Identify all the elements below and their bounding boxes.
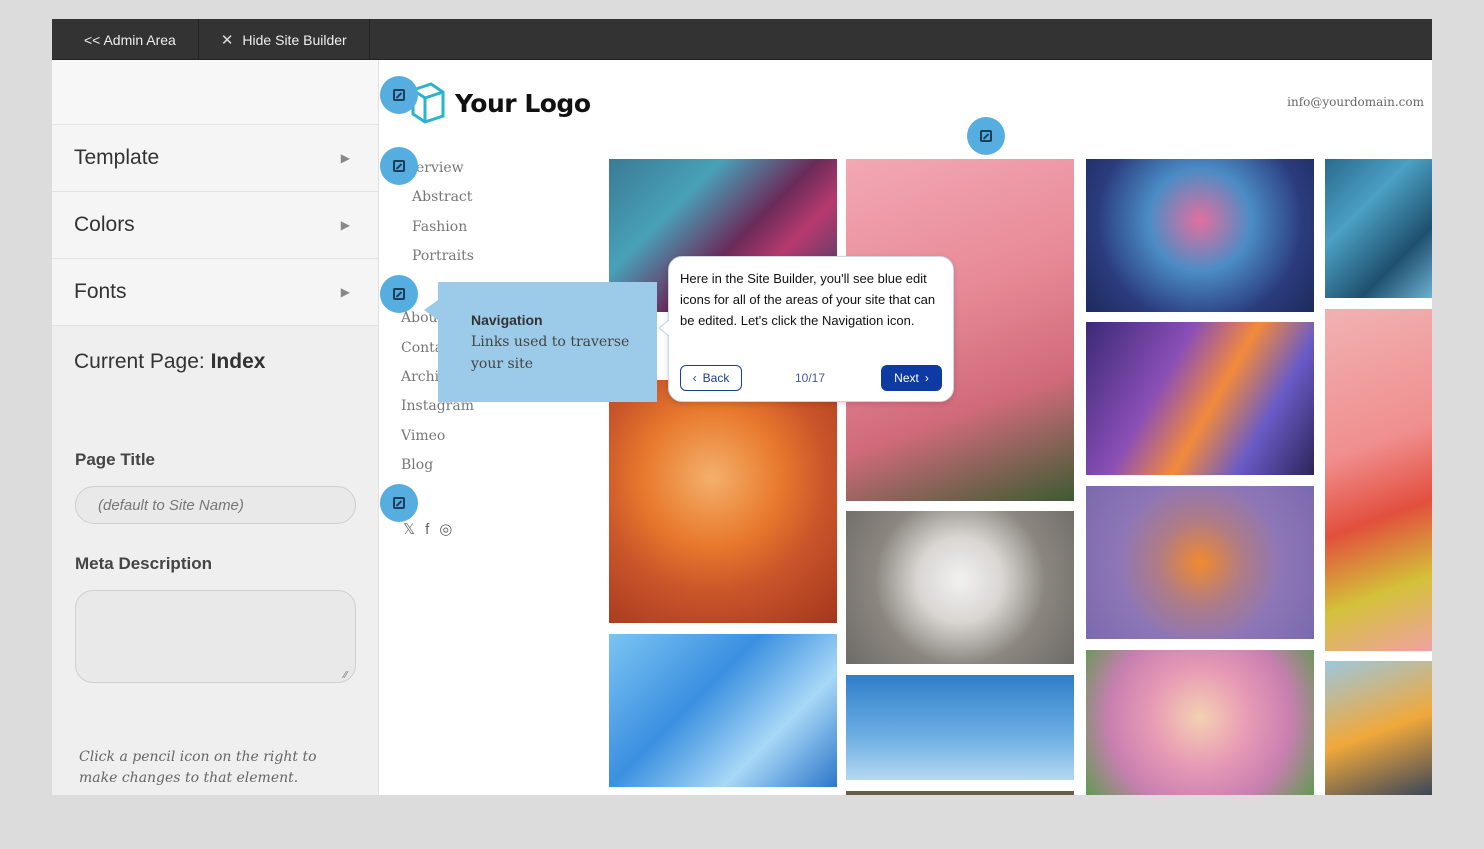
admin-area-button[interactable]: << Admin Area (52, 19, 199, 60)
tour-back-button[interactable]: ‹ Back (680, 365, 742, 391)
triangle-right-icon: ▶ (340, 285, 350, 299)
meta-description-field[interactable] (75, 590, 356, 683)
tour-popup: Here in the Site Builder, you'll see blu… (658, 256, 954, 402)
navigation-tooltip: Navigation Links used to traverse your s… (424, 282, 657, 402)
current-page-label: Current Page: (74, 350, 205, 373)
chevron-right-icon: › (924, 371, 929, 385)
gallery-image[interactable] (1325, 661, 1432, 795)
gallery-image[interactable] (1325, 159, 1432, 298)
current-page-heading: Current Page: Index (52, 326, 378, 374)
pencil-icon (393, 89, 405, 101)
sidebar-item-label: Template (74, 146, 160, 169)
close-icon: ✕ (220, 31, 234, 49)
sidebar-header (52, 60, 378, 125)
triangle-right-icon: ▶ (340, 151, 350, 165)
nav-link-vimeo[interactable]: Vimeo (401, 428, 445, 444)
gallery-image[interactable] (609, 380, 837, 623)
contact-email[interactable]: info@yourdomain.com (1287, 95, 1424, 109)
gallery-image[interactable] (1325, 309, 1432, 651)
hide-site-builder-label: Hide Site Builder (242, 31, 347, 48)
pencil-icon (393, 497, 405, 509)
current-page-value: Index (210, 350, 266, 373)
edit-nav-pencil-icon[interactable] (380, 147, 418, 185)
sidebar-item-fonts[interactable]: Fonts ▶ (52, 259, 378, 326)
tour-next-button[interactable]: Next › (881, 365, 942, 391)
edit-logo-pencil-icon[interactable] (380, 76, 418, 114)
nav-link-contact[interactable]: Conta (401, 340, 443, 356)
help-text: Click a pencil icon on the right to make… (79, 749, 317, 786)
tooltip-body: Links used to traverse your site (471, 334, 630, 372)
nav-link-overview[interactable]: erview (416, 160, 464, 176)
tour-next-label: Next (894, 371, 919, 385)
gallery-image[interactable] (846, 511, 1074, 664)
edit-gallery-pencil-icon[interactable] (967, 117, 1005, 155)
meta-description-label: Meta Description (75, 554, 212, 573)
nav-link-abstract[interactable]: Abstract (412, 189, 472, 205)
x-twitter-icon[interactable]: 𝕏 (403, 520, 415, 538)
nav-link-archive[interactable]: Archi (401, 369, 439, 385)
nav-link-blog[interactable]: Blog (401, 457, 433, 473)
social-links: 𝕏 f ◎ (403, 520, 452, 539)
sidebar-item-colors[interactable]: Colors ▶ (52, 192, 378, 259)
pencil-icon (393, 160, 405, 172)
gallery-image[interactable] (1086, 159, 1314, 312)
gallery-image[interactable] (846, 791, 1074, 795)
pencil-icon (980, 130, 992, 142)
page-title-label: Page Title (75, 450, 155, 469)
chevron-left-icon: ‹ (692, 371, 697, 385)
facebook-icon[interactable]: f (425, 521, 429, 538)
gallery-image[interactable] (846, 675, 1074, 780)
site-preview: Your Logo info@yourdomain.com erview Abs… (379, 60, 1432, 795)
tour-text: Here in the Site Builder, you'll see blu… (680, 271, 936, 328)
page-title-input[interactable] (75, 486, 356, 524)
sidebar-item-label: Fonts (74, 280, 127, 303)
gallery-image[interactable] (1086, 322, 1314, 475)
admin-area-label: << Admin Area (84, 31, 176, 48)
admin-topbar: << Admin Area ✕ Hide Site Builder (52, 19, 1432, 60)
edit-navigation-pencil-icon[interactable] (380, 275, 418, 313)
instagram-icon[interactable]: ◎ (439, 520, 452, 538)
nav-link-fashion[interactable]: Fashion (412, 219, 467, 235)
sidebar-item-template[interactable]: Template ▶ (52, 125, 378, 192)
sidebar-item-label: Colors (74, 213, 135, 236)
gallery-image[interactable] (1086, 486, 1314, 639)
tooltip-title: Navigation (471, 312, 543, 328)
triangle-right-icon: ▶ (340, 218, 350, 232)
site-builder-frame: << Admin Area ✕ Hide Site Builder Templa… (52, 19, 1432, 795)
nav-link-portraits[interactable]: Portraits (412, 248, 474, 264)
resize-handle-icon[interactable]: ⁄⁄ (344, 670, 347, 681)
gallery-image[interactable] (1086, 650, 1314, 795)
tour-back-label: Back (702, 371, 730, 385)
edit-social-pencil-icon[interactable] (380, 484, 418, 522)
tour-progress: 10/17 (795, 371, 826, 385)
hide-site-builder-button[interactable]: ✕ Hide Site Builder (199, 19, 370, 60)
pencil-icon (393, 288, 405, 300)
site-builder-sidebar: Template ▶ Colors ▶ Fonts ▶ Current Page… (52, 60, 379, 795)
gallery-image[interactable] (609, 634, 837, 787)
